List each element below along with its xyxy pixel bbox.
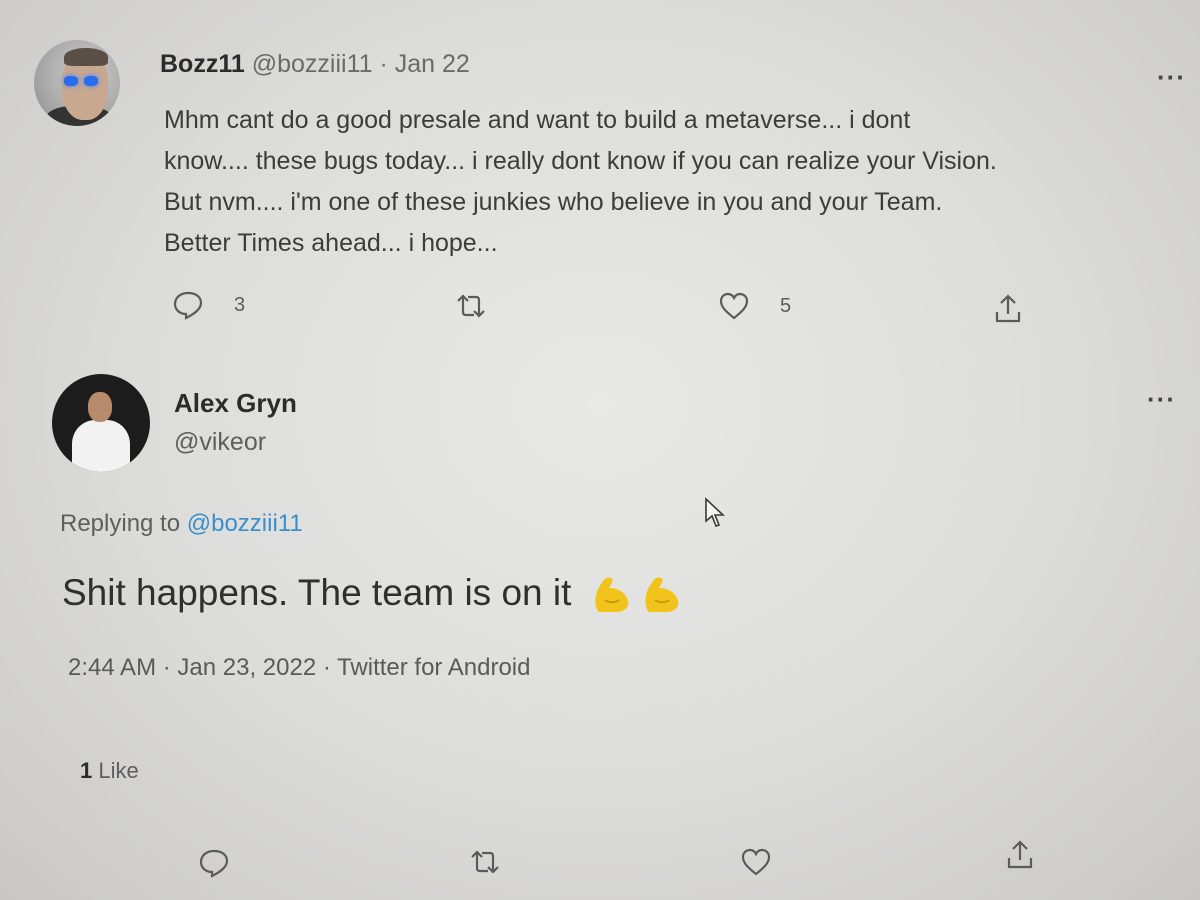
tweet2-timestamp-source[interactable]: 2:44 AM · Jan 23, 2022 · Twitter for And… — [68, 654, 530, 682]
avatar-head — [88, 392, 112, 422]
tweet1-share-button[interactable] — [992, 292, 1024, 326]
avatar-glasses-left — [64, 76, 78, 86]
tweet2-like-button[interactable] — [740, 848, 772, 876]
replying-to: Replying to @bozziii11 — [60, 510, 303, 538]
tweet1-separator: · — [372, 50, 395, 78]
tweet1-display-name[interactable]: Bozz11 — [160, 50, 245, 78]
tweet1-text: Mhm cant do a good presale and want to b… — [164, 100, 1164, 264]
tweet1-line: know.... these bugs today... i really do… — [164, 147, 997, 175]
tweet1-more-button[interactable]: ··· — [1157, 62, 1186, 93]
retweet-arrows-icon — [457, 294, 485, 318]
heart-icon — [719, 292, 749, 320]
avatar-body — [72, 420, 130, 472]
tweet1-handle[interactable]: @bozziii11 — [252, 50, 373, 78]
tweet1-like-button[interactable]: 5 — [718, 292, 791, 320]
share-upload-icon — [1007, 840, 1033, 869]
tweet1-header: Bozz11 @bozziii11 · Jan 22 — [160, 50, 470, 79]
flexed-biceps-emoji — [595, 577, 629, 612]
tweet1-line: Mhm cant do a good presale and want to b… — [164, 106, 911, 134]
tweet1-line: Better Times ahead... i hope... — [164, 229, 498, 257]
tweet2-likes-summary[interactable]: 1 Like — [80, 758, 139, 784]
avatar-glasses-right — [84, 76, 98, 86]
tweet1-date[interactable]: Jan 22 — [395, 50, 470, 78]
tweet2-text-content: Shit happens. The team is on it — [62, 572, 572, 613]
replying-prefix: Replying to — [60, 510, 187, 537]
tweet2-share-button[interactable] — [1004, 838, 1036, 872]
avatar-hair — [64, 48, 108, 66]
tweet2-handle[interactable]: @vikeor — [174, 428, 266, 457]
replying-mention-link[interactable]: @bozziii11 — [187, 510, 303, 537]
tweet2-likes-count: 1 — [80, 758, 93, 783]
speech-bubble-icon — [173, 291, 203, 320]
avatar-bozz11[interactable] — [34, 40, 120, 126]
tweet1-like-count: 5 — [780, 294, 792, 317]
tweet2-retweet-button[interactable] — [468, 848, 502, 876]
avatar-alex-gryn[interactable] — [52, 374, 150, 472]
mouse-cursor-icon — [705, 497, 726, 527]
retweet-arrows-icon — [471, 850, 499, 874]
flexed-biceps-emoji — [645, 577, 679, 612]
tweet2-more-button[interactable]: ··· — [1147, 384, 1176, 415]
share-upload-icon — [995, 294, 1021, 323]
heart-icon — [741, 848, 771, 876]
tweet1-retweet-button[interactable] — [454, 292, 488, 320]
tweet1-reply-count: 3 — [234, 293, 246, 316]
tweet2-text: Shit happens. The team is on it — [62, 570, 685, 616]
speech-bubble-icon — [199, 849, 229, 878]
tweet2-likes-label: Like — [92, 758, 139, 783]
tweet2-reply-button[interactable] — [198, 848, 230, 878]
tweet1-reply-button[interactable]: 3 — [172, 290, 245, 320]
tweet2-display-name[interactable]: Alex Gryn — [174, 388, 297, 419]
tweet1-line: But nvm.... i'm one of these junkies who… — [164, 188, 943, 216]
